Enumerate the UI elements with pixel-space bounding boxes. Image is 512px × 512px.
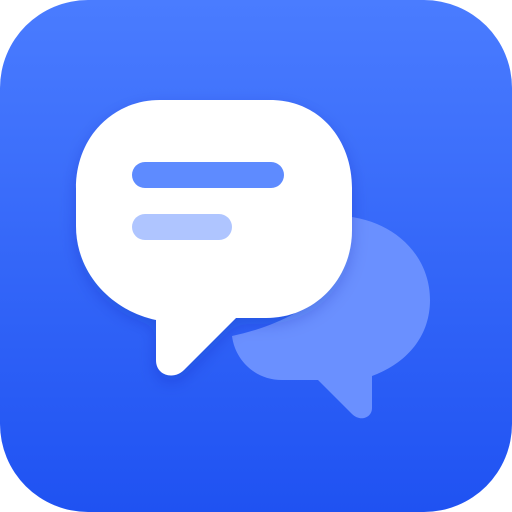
message-line-long — [132, 162, 284, 188]
message-line-short — [132, 214, 232, 240]
chat-bubbles-icon — [0, 0, 512, 512]
app-icon[interactable] — [0, 0, 512, 512]
